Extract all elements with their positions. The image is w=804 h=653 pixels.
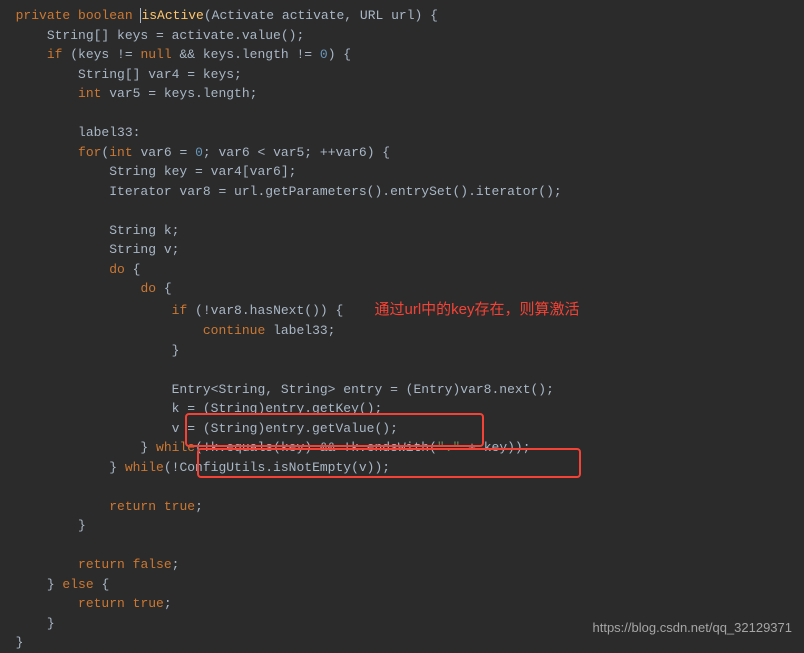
kw-boolean: boolean: [78, 8, 133, 23]
line: }: [16, 616, 55, 631]
kw-else: else: [62, 577, 93, 592]
kw-true: true: [164, 499, 195, 514]
kw-do: do: [109, 262, 125, 277]
kw-return: return: [78, 557, 125, 572]
t: + key));: [460, 440, 530, 455]
kw-int: int: [78, 86, 101, 101]
t: }: [16, 577, 63, 592]
kw-continue: continue: [203, 323, 265, 338]
kw-null: null: [140, 47, 171, 62]
num: 0: [195, 145, 203, 160]
line: String key = var4[var6];: [16, 164, 297, 179]
t: var6 =: [133, 145, 195, 160]
t: ;: [172, 557, 180, 572]
t: }: [16, 460, 125, 475]
t: {: [125, 262, 141, 277]
watermark: https://blog.csdn.net/qq_32129371: [593, 618, 793, 638]
line: v = (String)entry.getValue();: [16, 421, 398, 436]
t: && keys.length !=: [172, 47, 320, 62]
kw-int: int: [109, 145, 132, 160]
line: String[] var4 = keys;: [16, 67, 242, 82]
t: {: [156, 281, 172, 296]
kw-while: while: [156, 440, 195, 455]
code-block: private boolean isActive(Activate activa…: [0, 0, 804, 653]
t: (!k.equals(key) && !k.endsWith(: [195, 440, 437, 455]
kw-return: return: [78, 596, 125, 611]
annotation-text: 通过url中的key存在，则算激活: [375, 301, 580, 318]
kw-do: do: [140, 281, 156, 296]
t: {: [94, 577, 110, 592]
kw-private: private: [16, 8, 71, 23]
t: var5 = keys.length;: [101, 86, 257, 101]
kw-for: for: [78, 145, 101, 160]
t: ) {: [328, 47, 351, 62]
line: String v;: [16, 242, 180, 257]
kw-if: if: [172, 303, 188, 318]
t: (!ConfigUtils.isNotEmpty(v));: [164, 460, 390, 475]
kw-if: if: [47, 47, 63, 62]
line: Iterator var8 = url.getParameters().entr…: [16, 184, 562, 199]
line: }: [16, 518, 86, 533]
kw-false: false: [133, 557, 172, 572]
kw-true: true: [133, 596, 164, 611]
params: (Activate activate, URL url) {: [204, 8, 438, 23]
line: String[] keys = activate.value();: [16, 28, 305, 43]
t: ; var6 < var5; ++var6) {: [203, 145, 390, 160]
line: String k;: [16, 223, 180, 238]
t: (keys !=: [62, 47, 140, 62]
t: ;: [164, 596, 172, 611]
t: }: [16, 440, 156, 455]
line: }: [16, 343, 180, 358]
kw-return: return: [109, 499, 156, 514]
line: Entry<String, String> entry = (Entry)var…: [16, 382, 554, 397]
t: ;: [195, 499, 203, 514]
num: 0: [320, 47, 328, 62]
kw-while: while: [125, 460, 164, 475]
method-name: isActive: [141, 8, 203, 23]
t: (!var8.hasNext()) {: [187, 303, 343, 318]
line: label33:: [16, 125, 141, 140]
str: ".": [437, 440, 460, 455]
t: label33;: [265, 323, 335, 338]
line: k = (String)entry.getKey();: [16, 401, 383, 416]
line: }: [16, 635, 24, 650]
